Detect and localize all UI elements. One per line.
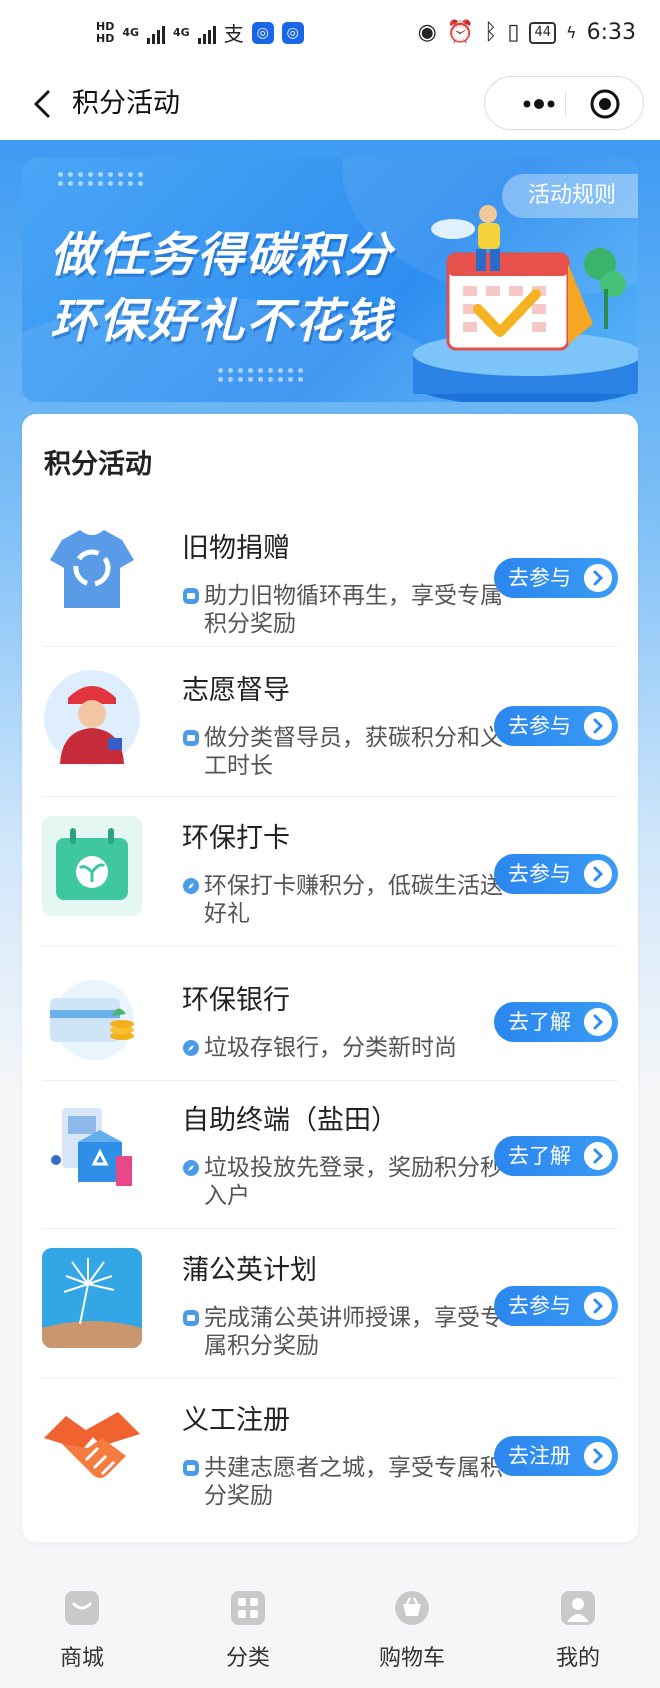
join-button[interactable]: 去参与 xyxy=(494,1286,618,1326)
tag-icon xyxy=(183,1310,199,1326)
terminal-icon xyxy=(42,1098,142,1198)
battery-indicator: 44 xyxy=(529,21,557,44)
activity-name: 义工注册 xyxy=(182,1405,290,1436)
app-notification-icon: ◎ xyxy=(281,21,304,44)
tab-cart[interactable]: 购物车 xyxy=(352,1590,472,1672)
activity-desc: 环保打卡赚积分，低碳生活送好礼 xyxy=(182,872,504,928)
banner-headline: 做任务得碳积分 xyxy=(50,228,393,283)
activity-item-checkin[interactable]: 环保打卡 环保打卡赚积分，低碳生活送好礼 去参与 xyxy=(42,816,618,956)
activity-item-terminal[interactable]: 自助终端（盐田） 垃圾投放先登录，奖励积分秒入户 去了解 xyxy=(42,1098,618,1238)
activity-desc: 做分类督导员，获碳积分和义工时长 xyxy=(182,724,504,780)
status-left: HD HD 4G 4G 支 ◎ ◎ xyxy=(96,18,304,47)
vibrate-icon: ▯ xyxy=(507,20,520,45)
chevron-right-icon xyxy=(584,1142,612,1170)
more-icon[interactable] xyxy=(507,90,567,118)
activity-name: 蒲公英计划 xyxy=(182,1255,317,1286)
signal-icon xyxy=(147,22,166,44)
divider xyxy=(42,796,618,797)
divider xyxy=(42,646,618,647)
tshirt-recycle-icon xyxy=(42,518,142,618)
join-button[interactable]: 去参与 xyxy=(494,706,618,746)
volunteer-icon xyxy=(42,668,142,768)
activity-item-dandelion[interactable]: 蒲公英计划 完成蒲公英讲师授课，享受专属积分奖励 去参与 xyxy=(42,1248,618,1388)
tab-shop[interactable]: 商城 xyxy=(22,1590,142,1672)
divider xyxy=(42,1080,618,1081)
alipay-icon: 支 xyxy=(223,22,244,46)
banner-dots xyxy=(218,368,304,382)
user-icon xyxy=(561,1591,595,1625)
activity-item-donation[interactable]: 旧物捐赠 助力旧物循环再生，享受专属积分奖励 去参与 xyxy=(42,518,618,658)
activity-desc: 垃圾存银行，分类新时尚 xyxy=(182,1034,524,1062)
activity-banner[interactable]: 做任务得碳积分 环保好礼不花钱 活动规则 xyxy=(22,158,638,402)
activity-name: 环保打卡 xyxy=(182,823,290,854)
app-notification-icon: ◎ xyxy=(251,21,274,44)
tag-icon xyxy=(183,588,199,604)
nav-header: 积分活动 xyxy=(0,70,660,140)
calendar-illustration-icon xyxy=(413,205,638,402)
close-miniprogram-icon[interactable] xyxy=(588,87,622,121)
signal-icon xyxy=(197,22,216,44)
clock: 6:33 xyxy=(586,20,636,45)
calendar-sprout-icon xyxy=(42,816,142,916)
chevron-right-icon xyxy=(584,564,612,592)
page-title: 积分活动 xyxy=(72,88,180,119)
network-type-1: 4G xyxy=(122,25,140,39)
bank-card-icon xyxy=(42,970,142,1070)
compass-icon xyxy=(183,878,199,894)
chevron-right-icon xyxy=(584,860,612,888)
charging-icon: ϟ xyxy=(566,23,577,42)
compass-icon xyxy=(183,1160,199,1176)
join-button[interactable]: 去参与 xyxy=(494,854,618,894)
status-right: ◉ ⏰ ᛒ ▯ 44 ϟ 6:33 xyxy=(418,20,636,45)
activity-name: 旧物捐赠 xyxy=(182,533,290,564)
compass-icon xyxy=(183,1040,199,1056)
divider xyxy=(42,1228,618,1229)
tag-icon xyxy=(183,1460,199,1476)
activity-desc: 助力旧物循环再生，享受专属积分奖励 xyxy=(182,582,504,638)
banner-dots xyxy=(58,172,144,186)
learn-button[interactable]: 去了解 xyxy=(494,1136,618,1176)
tab-category[interactable]: 分类 xyxy=(188,1590,308,1672)
status-bar: HD HD 4G 4G 支 ◎ ◎ ◉ ⏰ ᛒ ▯ 44 ϟ 6:33 xyxy=(0,0,660,70)
divider xyxy=(42,946,618,947)
bluetooth-icon: ᛒ xyxy=(484,20,498,45)
register-button[interactable]: 去注册 xyxy=(494,1436,618,1476)
chevron-right-icon xyxy=(584,1008,612,1036)
learn-button[interactable]: 去了解 xyxy=(494,1002,618,1042)
alarm-icon: ⏰ xyxy=(446,20,475,45)
chevron-right-icon xyxy=(584,1442,612,1470)
cart-icon xyxy=(395,1591,429,1625)
activity-desc: 完成蒲公英讲师授课，享受专属积分奖励 xyxy=(182,1304,504,1360)
join-button[interactable]: 去参与 xyxy=(494,558,618,598)
activity-name: 志愿督导 xyxy=(182,675,290,706)
tag-icon xyxy=(183,730,199,746)
chevron-right-icon xyxy=(584,712,612,740)
category-icon xyxy=(231,1591,265,1625)
hd-indicator: HD HD xyxy=(96,19,115,45)
chevron-right-icon xyxy=(584,1292,612,1320)
tab-me[interactable]: 我的 xyxy=(518,1590,638,1672)
handshake-icon xyxy=(42,1398,142,1498)
back-arrow-icon[interactable] xyxy=(24,84,64,124)
dandelion-icon xyxy=(42,1248,142,1348)
activity-item-bank[interactable]: 环保银行 垃圾存银行，分类新时尚 去了解 xyxy=(42,970,618,1090)
banner-subheadline: 环保好礼不花钱 xyxy=(50,294,393,349)
activity-name: 环保银行 xyxy=(182,985,290,1016)
divider xyxy=(42,1378,618,1379)
eye-icon: ◉ xyxy=(417,20,437,45)
activity-desc: 垃圾投放先登录，奖励积分秒入户 xyxy=(182,1154,504,1210)
miniprogram-capsule xyxy=(484,76,644,130)
activity-item-register[interactable]: 义工注册 共建志愿者之城，享受专属积分奖励 去注册 xyxy=(42,1398,618,1538)
bottom-tab-bar: 商城 分类 购物车 我的 xyxy=(0,1564,660,1688)
activity-name: 自助终端（盐田） xyxy=(182,1105,398,1136)
shop-icon xyxy=(65,1591,99,1625)
activity-desc: 共建志愿者之城，享受专属积分奖励 xyxy=(182,1454,504,1510)
network-type-2: 4G xyxy=(173,25,190,39)
activity-item-supervision[interactable]: 志愿督导 做分类督导员，获碳积分和义工时长 去参与 xyxy=(42,668,618,808)
capsule-divider xyxy=(565,91,566,117)
section-title: 积分活动 xyxy=(44,449,152,480)
activity-card: 积分活动 旧物捐赠 助力旧物循环再生，享受专属积分奖励 去参与 志愿督导 做分类… xyxy=(22,414,638,1542)
